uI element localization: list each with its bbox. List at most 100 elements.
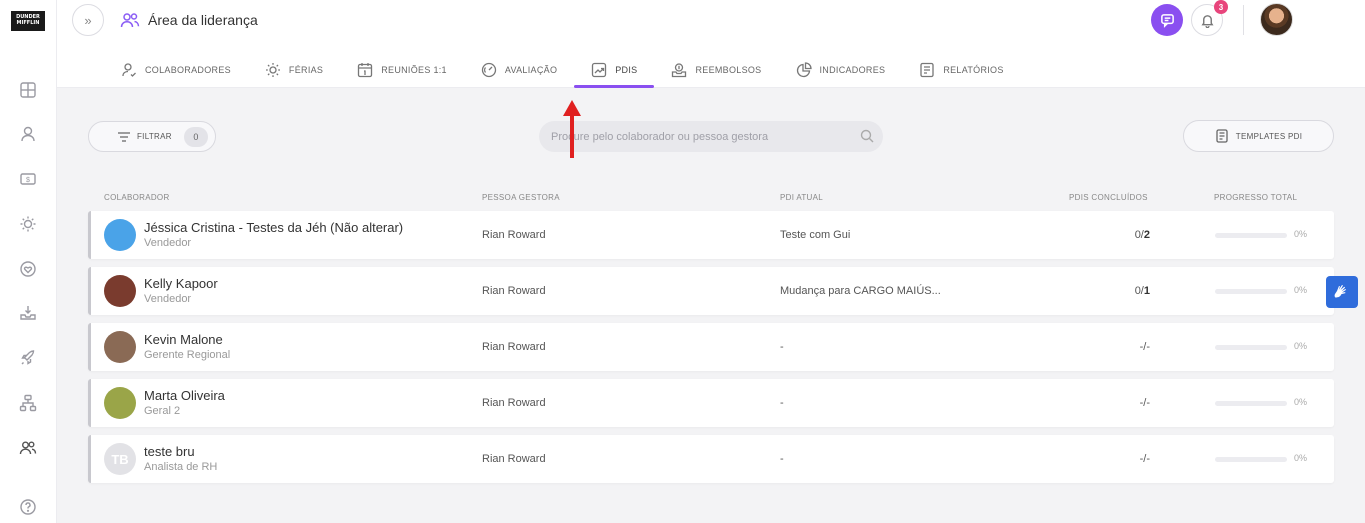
table-row[interactable]: Kelly Kapoor Vendedor Rian Roward Mudança p… (88, 267, 1334, 315)
progress-bar (1215, 457, 1287, 462)
column-header-progress[interactable]: PROGRESSO TOTAL (1214, 193, 1297, 202)
table-row[interactable]: Kevin Malone Gerente Regional Rian Roward -… (88, 323, 1334, 371)
collaborator-role: Vendedor (144, 293, 192, 305)
filter-button[interactable]: FILTRAR 0 (88, 121, 216, 152)
report-icon (920, 62, 934, 78)
filter-icon (118, 131, 130, 142)
expand-sidebar-button[interactable]: » (72, 4, 104, 36)
manager-name: Rian Roward (482, 285, 546, 297)
chat-icon (1160, 13, 1174, 28)
tab-pdis[interactable]: PDIS (574, 52, 655, 88)
template-icon (1216, 129, 1228, 143)
tab-label: AVALIAÇÃO (504, 65, 558, 75)
chat-button[interactable] (1151, 4, 1183, 36)
collaborator-name[interactable]: Kelly Kapoor (144, 276, 218, 291)
progress-bar (1215, 233, 1287, 238)
trend-icon (592, 62, 607, 78)
accessibility-button[interactable] (1326, 276, 1358, 308)
progress-bar (1215, 345, 1287, 350)
people-icon[interactable] (18, 438, 38, 458)
org-chart-icon[interactable] (18, 393, 38, 413)
tab-reembolsos[interactable]: REEMBOLSOS (654, 52, 778, 88)
completed-count: -/- (1140, 397, 1150, 409)
tab-ferias[interactable]: FÉRIAS (248, 52, 340, 88)
collaborator-role: Vendedor (144, 237, 192, 249)
completed-count: 0/1 (1135, 285, 1150, 297)
user-check-icon (122, 63, 136, 77)
progress-percent: 0% (1294, 229, 1308, 239)
progress-percent: 0% (1294, 285, 1308, 295)
sun-icon[interactable] (18, 214, 38, 234)
rocket-icon[interactable] (18, 348, 38, 368)
company-logo[interactable]: DUNDER MIFFLIN (11, 11, 45, 31)
collaborator-role: Analista de RH (144, 461, 218, 473)
heart-shield-icon[interactable] (18, 259, 38, 279)
tab-indicadores[interactable]: INDICADORES (779, 52, 903, 88)
current-pdi: - (780, 341, 784, 353)
avatar (104, 331, 136, 363)
sun-icon (265, 63, 280, 77)
completed-count: 0/2 (1135, 229, 1150, 241)
tab-avaliacao[interactable]: AVALIAÇÃO (464, 52, 574, 88)
avatar (104, 275, 136, 307)
collaborator-name[interactable]: Kevin Malone (144, 332, 223, 347)
user-avatar[interactable] (1260, 3, 1293, 36)
tab-colaboradores[interactable]: COLABORADORES (104, 52, 248, 88)
tab-label: REEMBOLSOS (695, 65, 762, 75)
filter-label: FILTRAR (137, 132, 172, 141)
completed-prefix: -/- (1139, 397, 1150, 409)
tab-reunioes[interactable]: REUNIÕES 1:1 (340, 52, 464, 88)
current-pdi: Mudança para CARGO MAIÚS... (780, 285, 941, 297)
completed-total: 1 (1143, 285, 1150, 297)
tab-relatorios[interactable]: RELATÓRIOS (902, 52, 1020, 88)
user-icon[interactable] (18, 124, 38, 144)
search-icon[interactable] (860, 129, 874, 143)
column-header-current-pdi[interactable]: PDI ATUAL (780, 193, 823, 202)
gauge-icon (481, 62, 497, 78)
manager-name: Rian Roward (482, 453, 546, 465)
collaborator-role: Geral 2 (144, 405, 181, 417)
help-icon[interactable] (18, 497, 38, 517)
manager-name: Rian Roward (482, 397, 546, 409)
avatar (104, 387, 136, 419)
completed-total: 2 (1143, 229, 1150, 241)
progress-percent: 0% (1294, 341, 1308, 351)
tab-label: INDICADORES (819, 65, 886, 75)
completed-count: -/- (1140, 453, 1150, 465)
manager-name: Rian Roward (482, 229, 546, 241)
table-row[interactable]: TB teste bru Analista de RH Rian Roward - -/-… (88, 435, 1334, 483)
current-pdi: Teste com Gui (780, 229, 851, 241)
table-row[interactable]: Marta Oliveira Geral 2 Rian Roward - -/- 0% (88, 379, 1334, 427)
progress-bar (1215, 401, 1287, 406)
dashboard-icon[interactable] (18, 80, 38, 100)
inbox-download-icon[interactable] (18, 303, 38, 323)
completed-count: -/- (1140, 341, 1150, 353)
completed-prefix: 0/ (1134, 229, 1144, 241)
nav-tabs: COLABORADORES FÉRIAS REUNIÕES 1:1 AVALIA… (104, 52, 1021, 88)
svg-text:$: $ (26, 177, 30, 184)
current-pdi: - (780, 453, 784, 465)
header-divider (1243, 5, 1244, 35)
avatar: TB (104, 443, 136, 475)
completed-prefix: -/- (1139, 453, 1150, 465)
progress-bar (1215, 289, 1287, 294)
calendar-icon (358, 63, 373, 78)
notification-badge: 3 (1214, 0, 1228, 14)
collaborator-name[interactable]: Jéssica Cristina - Testes da Jéh (Não al… (144, 220, 403, 235)
templates-label: TEMPLATES PDI (1235, 131, 1303, 141)
collaborator-name[interactable]: teste bru (144, 444, 195, 459)
table-row[interactable]: Jéssica Cristina - Testes da Jéh (Não al… (88, 211, 1334, 259)
collaborator-name[interactable]: Marta Oliveira (144, 388, 225, 403)
sign-language-icon (1334, 285, 1346, 298)
search-input[interactable] (539, 121, 883, 152)
progress-percent: 0% (1294, 453, 1308, 463)
people-icon (120, 13, 140, 28)
receipt-icon (672, 63, 687, 78)
templates-pdi-button[interactable]: TEMPLATES PDI (1183, 120, 1334, 152)
column-header-completed[interactable]: PDIS CONCLUÍDOS (1069, 193, 1148, 202)
column-header-manager[interactable]: PESSOA GESTORA (482, 193, 560, 202)
column-header-collaborator[interactable]: COLABORADOR (104, 193, 170, 202)
money-icon[interactable]: $ (18, 169, 38, 189)
pie-chart-icon (796, 62, 812, 78)
page-title-group: Área da liderança (120, 10, 258, 30)
